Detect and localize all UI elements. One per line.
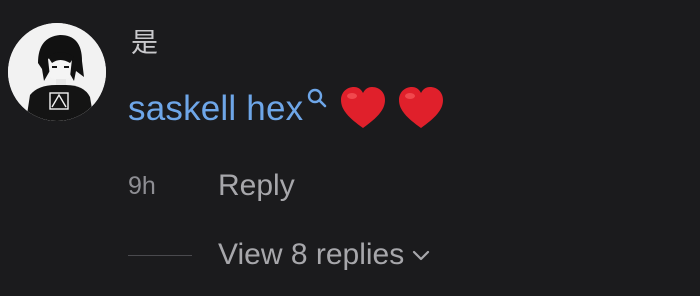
reaction-emojis <box>339 86 445 130</box>
view-replies-button[interactable]: View 8 replies <box>218 238 432 272</box>
comment-meta: 9h Reply <box>128 166 295 206</box>
comment-item: 是 saskell hex 9h Reply View 8 replies <box>0 0 700 296</box>
avatar[interactable] <box>8 23 106 121</box>
reply-button[interactable]: Reply <box>218 169 295 203</box>
view-replies-row: View 8 replies <box>128 234 432 276</box>
search-icon[interactable] <box>305 86 329 110</box>
replies-divider <box>128 254 192 256</box>
heart-icon <box>339 86 387 130</box>
comment-author[interactable]: 是 <box>131 30 158 57</box>
timestamp: 9h <box>128 171 156 200</box>
mention-link[interactable]: saskell hex <box>128 91 303 126</box>
comment-body: saskell hex <box>128 80 445 136</box>
view-replies-label: View 8 replies <box>218 238 405 271</box>
heart-icon <box>397 86 445 130</box>
avatar-image <box>8 23 106 121</box>
chevron-down-icon <box>410 244 432 266</box>
